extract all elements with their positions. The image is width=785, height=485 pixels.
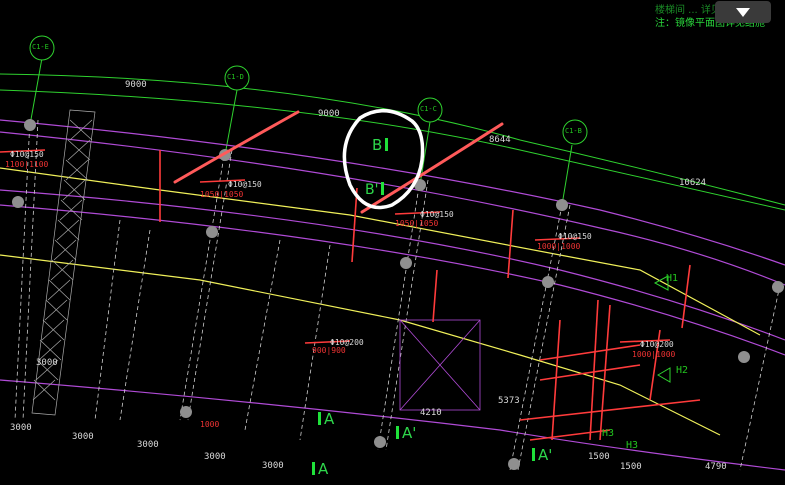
cad-viewport[interactable]: C1-E C1-D C1-C C1-B 9000 9000 8644 10624… [0,0,785,481]
dimension-label: 3000 [72,432,94,442]
beam-label: Φ10@150 [228,180,262,189]
axis-label: C1-E [32,43,49,51]
cad-drawing[interactable] [0,0,785,481]
dimension-label: 3000 [36,358,58,368]
dimension-label: 3000 [262,461,284,471]
dropdown-button[interactable] [715,1,771,23]
dimension-label: 1500 [588,452,610,462]
axis-label: C1-B [565,127,582,135]
grid-columns [14,119,781,471]
h2-marker [657,367,671,383]
beam-size-label: 1000|1000 [632,350,676,359]
section-marker: H3 [602,428,615,439]
beam-label: Φ10@150 [10,150,44,159]
axis-bubbles [29,35,588,145]
dimension-label: 8644 [489,135,511,145]
dimension-label: 1500 [620,462,642,472]
section-marker: B' [365,182,385,198]
section-marker: A' [396,424,416,442]
beam-label: Φ10@200 [640,340,674,349]
stair-well [399,319,481,411]
red-beam-ticks [0,149,701,441]
beam-purple [0,131,785,286]
beam-purple [0,189,785,341]
dimension-label: 3000 [10,423,32,433]
dimension-label: 3000 [137,440,159,450]
section-marker: A' [532,446,552,464]
axis-label: C1-C [420,105,437,113]
dimension-label: 5373 [498,396,520,406]
annotation-stroke-red [173,110,300,184]
dimension-label: 9000 [318,109,340,119]
dimension-label: 4210 [420,408,442,418]
axis-label: C1-D [227,73,244,81]
beam-label: Φ10@150 [558,232,592,241]
axis-line [561,144,573,206]
dimension-label: 3000 [204,452,226,462]
beam-purple [0,379,785,471]
section-marker: A [312,460,328,478]
beam-size-label: 1100|1100 [5,160,49,169]
beam-size-label: 900|900 [312,346,346,355]
beam-size-label: 1000|1000 [537,242,581,251]
beam-size-label: 1050|1050 [200,190,244,199]
section-marker: B [372,136,389,154]
beam-label: Φ10@150 [420,210,454,219]
section-marker: H1 [666,273,679,284]
beam-size-label: 1050|1050 [395,219,439,228]
section-marker: H3 [626,440,639,451]
dimension-label: 4790 [705,462,727,472]
beam-size-label: 1000 [200,420,220,429]
section-marker: A [318,410,334,428]
column-markers [12,119,784,470]
dimension-label: 10624 [679,178,707,188]
section-marker: H2 [676,365,689,376]
dimension-label: 9000 [125,80,147,90]
chevron-down-icon [736,7,750,17]
